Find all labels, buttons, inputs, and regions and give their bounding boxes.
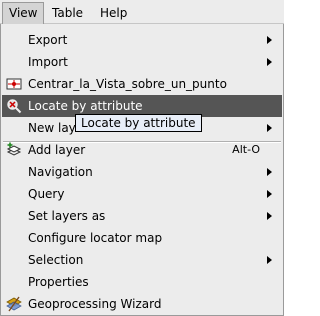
menu-item-export[interactable]: Export	[2, 29, 282, 51]
menu-item-label: Import	[28, 55, 68, 69]
menu-item-centrar-la-vista[interactable]: Centrar_la_Vista_sobre_un_punto	[2, 73, 282, 95]
locate-by-attribute-icon	[6, 98, 22, 114]
menu-item-navigation[interactable]: Navigation	[2, 161, 282, 183]
menu-item-set-layers-as[interactable]: Set layers as	[2, 205, 282, 227]
menu-item-configure-locator-map[interactable]: Configure locator map	[2, 227, 282, 249]
menu-item-label: Centrar_la_Vista_sobre_un_punto	[28, 77, 227, 91]
menu-table[interactable]: Table	[46, 2, 89, 24]
menubar: View Table Help	[0, 0, 284, 24]
submenu-arrow-icon	[267, 36, 272, 44]
menu-item-add-layer[interactable]: Add layer Alt-O	[2, 139, 282, 161]
menu-item-label: Properties	[28, 275, 89, 289]
submenu-arrow-icon	[267, 58, 272, 66]
add-layer-icon	[6, 142, 22, 158]
application-window: View Table Help Export Import Centrar_la…	[0, 0, 284, 316]
menu-item-query[interactable]: Query	[2, 183, 282, 205]
center-view-on-point-icon	[6, 76, 22, 92]
geoprocessing-wizard-icon	[6, 296, 22, 312]
submenu-arrow-icon	[267, 124, 272, 132]
menu-item-label: Set layers as	[28, 209, 106, 223]
menu-item-label: Query	[28, 187, 65, 201]
menu-item-label: Geoprocessing Wizard	[28, 297, 162, 311]
keyboard-shortcut: Alt-O	[232, 143, 260, 156]
submenu-arrow-icon	[267, 190, 272, 198]
menu-item-geoprocessing-wizard[interactable]: Geoprocessing Wizard	[2, 293, 282, 315]
submenu-arrow-icon	[267, 256, 272, 264]
menu-item-label: Add layer	[28, 143, 86, 157]
menu-help[interactable]: Help	[94, 2, 133, 24]
submenu-arrow-icon	[267, 168, 272, 176]
menu-item-selection[interactable]: Selection	[2, 249, 282, 271]
menu-item-label: Selection	[28, 253, 84, 267]
menu-item-label: Export	[28, 33, 68, 47]
menu-item-label: Configure locator map	[28, 231, 163, 245]
menu-item-label: Navigation	[28, 165, 93, 179]
menu-item-import[interactable]: Import	[2, 51, 282, 73]
submenu-arrow-icon	[267, 212, 272, 220]
menu-view[interactable]: View	[2, 2, 45, 24]
view-menu-dropdown: Export Import Centrar_la_Vista_sobre_un_…	[0, 24, 284, 316]
tooltip: Locate by attribute	[75, 114, 202, 132]
menu-item-properties[interactable]: Properties	[2, 271, 282, 293]
